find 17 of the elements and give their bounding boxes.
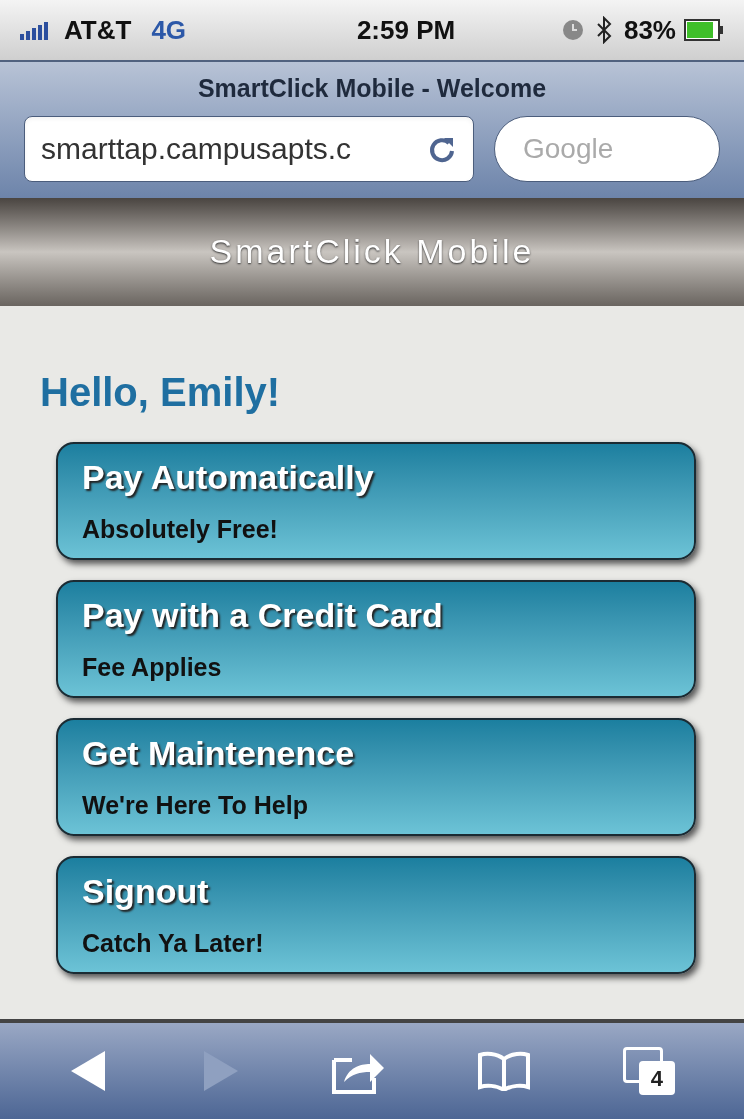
clock-icon — [561, 19, 584, 41]
menu-button[interactable]: Get Maintenence We're Here To Help — [56, 717, 696, 836]
carrier-label: AT&T — [64, 13, 132, 47]
menu-button[interactable]: Pay with a Credit Card Fee Applies — [56, 579, 696, 698]
bookmarks-icon[interactable] — [476, 1051, 533, 1091]
greeting-heading: Hello, Emily! — [40, 368, 282, 416]
battery-label: 83% — [623, 13, 676, 47]
site-title: SmartClick Mobile — [209, 231, 535, 272]
menu-button[interactable]: Signout Catch Ya Later! — [56, 855, 696, 974]
network-label: 4G — [151, 13, 187, 47]
battery-icon — [684, 19, 724, 41]
address-field[interactable]: smarttap.campusapts.c — [24, 115, 474, 182]
page-title: SmartClick Mobile - Welcome — [196, 73, 548, 104]
time-label: 2:59 PM — [355, 13, 456, 47]
bluetooth-icon — [595, 16, 612, 44]
menu-button[interactable]: Pay Automatically Absolutely Free! — [56, 441, 696, 560]
search-field[interactable]: Google — [494, 115, 720, 182]
